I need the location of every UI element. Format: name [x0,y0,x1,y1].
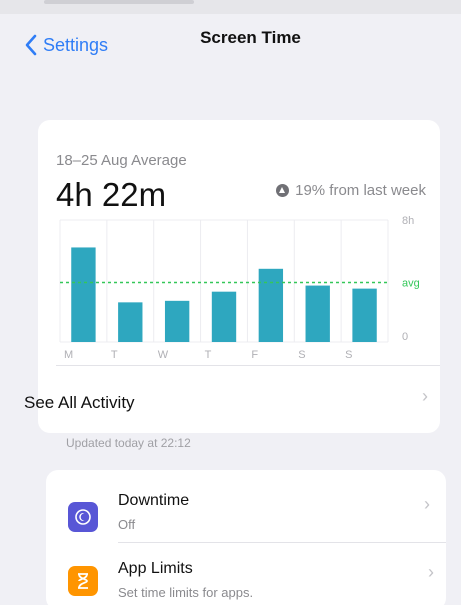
arrow-up-circle-icon [276,184,290,197]
chevron-right-icon: › [424,494,430,514]
settings-list: Downtime Off › App Limits Set time limit… [46,470,446,605]
x-tick-label: W [158,349,169,361]
see-all-activity-link[interactable]: See All Activity [24,393,135,413]
chart-bar [71,247,96,342]
list-item-title: App Limits [118,560,193,577]
y-tick-label: 0 [402,331,408,343]
chart-bar [211,291,237,342]
navigation-bar: Settings Screen Time [0,20,461,70]
weekly-delta: 19% from last week [276,182,426,199]
x-tick-label: T [111,349,118,361]
hourglass-icon [68,566,98,596]
x-tick-label: S [345,349,352,361]
moon-icon [68,502,98,532]
list-item-subtitle: Off [118,517,136,532]
chevron-right-icon: › [422,386,428,406]
page-title: Screen Time [200,28,301,47]
screen-time-screen: Settings Screen Time 18–25 Aug Average 4… [0,0,461,605]
y-tick-label: avg [402,278,420,290]
x-tick-label: T [205,349,212,361]
chevron-right-icon: › [428,562,434,582]
list-item-title: Downtime [118,492,190,509]
chart-bar [305,285,330,342]
usage-chart[interactable]: 8h avg 0 M T W T F S S [38,210,440,370]
daily-average: 4h 22m [56,176,167,213]
period-label: 18–25 Aug Average [56,152,187,169]
status-strip [0,0,461,14]
x-tick-label: F [251,349,258,361]
chart-bar [352,288,377,342]
strip-bar [44,0,194,4]
updated-label: Updated today at 22:12 [66,436,191,450]
chart-bar [164,300,190,342]
list-item-subtitle: Set time limits for apps. [118,585,254,600]
x-tick-label: S [298,349,305,361]
chart-bar [258,268,284,342]
y-tick-label: 8h [402,215,414,227]
usage-card[interactable]: 18–25 Aug Average 4h 22m 19% from last w… [38,120,440,433]
divider [56,365,440,366]
divider [118,542,446,543]
delta-label: 19% from last week [295,182,426,199]
chart-bar [118,302,143,342]
x-tick-label: M [64,349,73,361]
